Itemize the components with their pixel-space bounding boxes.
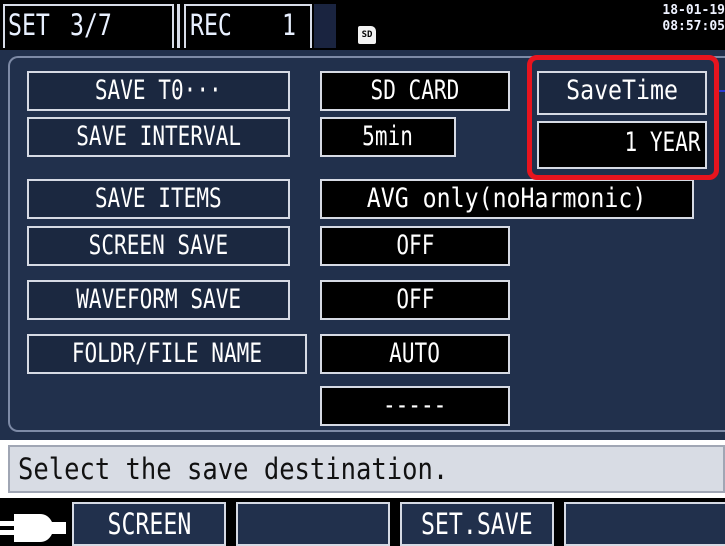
f4-button[interactable]: [564, 502, 725, 546]
callout-pointer: [719, 90, 725, 92]
save-to-label[interactable]: SAVE T0···: [27, 71, 290, 111]
folder-file-name-value[interactable]: AUTO: [320, 334, 510, 374]
help-message: Select the save destination.: [18, 452, 449, 486]
f3-set-save-button[interactable]: SET.SAVE: [400, 502, 554, 546]
rec-tab-label: REC: [190, 8, 232, 42]
folder-file-name-label[interactable]: FOLDR/FILE NAME: [27, 334, 307, 374]
blank-setting-value[interactable]: -----: [320, 386, 510, 426]
tab-spacer: [314, 4, 336, 48]
f1-screen-button[interactable]: SCREEN: [72, 502, 226, 546]
set-page-indicator: 3/7: [70, 8, 112, 42]
sd-card-icon: SD: [358, 26, 376, 44]
highlight-frame: [527, 55, 719, 180]
clock: 18-01-19 08:57:05: [655, 3, 725, 35]
rec-number: 1: [282, 8, 296, 42]
power-plug-icon: [0, 514, 66, 542]
date-display: 18-01-19: [662, 3, 725, 18]
time-display: 08:57:05: [662, 19, 725, 34]
screen-save-label[interactable]: SCREEN SAVE: [27, 226, 290, 266]
save-interval-value[interactable]: 5min: [320, 117, 456, 157]
save-to-value[interactable]: SD CARD: [320, 71, 510, 111]
screen-save-value[interactable]: OFF: [320, 226, 510, 266]
tab-divider: [177, 4, 180, 48]
set-tab-label: SET: [8, 8, 50, 42]
waveform-save-value[interactable]: OFF: [320, 280, 510, 320]
save-interval-label[interactable]: SAVE INTERVAL: [27, 117, 290, 157]
waveform-save-label[interactable]: WAVEFORM SAVE: [27, 280, 290, 320]
save-items-value[interactable]: AVG only(noHarmonic): [320, 179, 694, 219]
f2-button[interactable]: [236, 502, 390, 546]
save-items-label[interactable]: SAVE ITEMS: [27, 179, 290, 219]
